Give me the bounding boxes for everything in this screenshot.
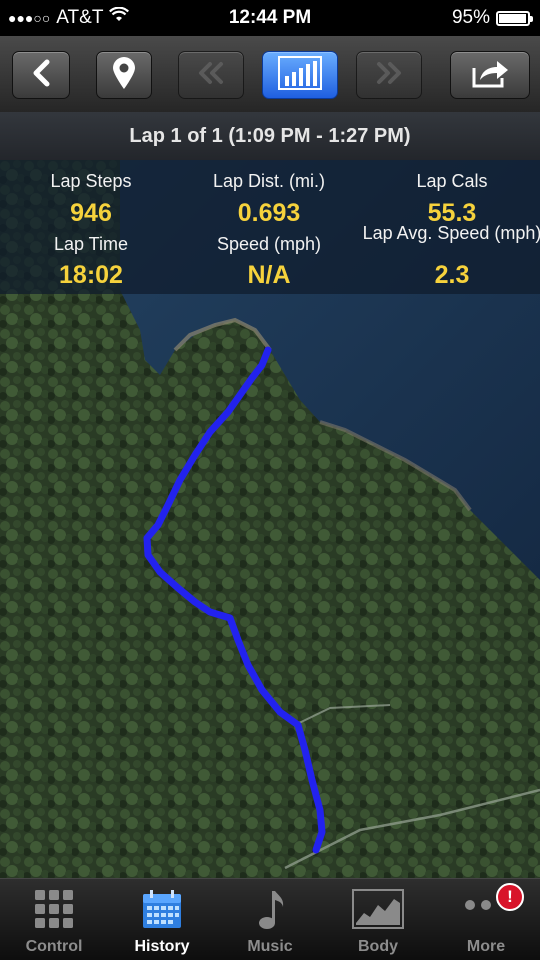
lap-title: Lap 1 of 1 (1:09 PM - 1:27 PM) — [0, 112, 540, 160]
next-lap-button[interactable] — [356, 51, 422, 99]
grid-icon — [34, 889, 74, 929]
previous-lap-button[interactable] — [178, 51, 244, 99]
lap-avg-speed-label: Lap Avg. Speed (mph) — [362, 223, 540, 243]
lap-time-label: Lap Time — [53, 234, 129, 254]
tab-history[interactable]: History — [108, 879, 216, 960]
tab-more[interactable]: ! More — [432, 879, 540, 960]
music-note-icon — [250, 889, 290, 929]
tab-label: More — [466, 938, 506, 955]
status-bar: ●●●○○ AT&T 12:44 PM 95% — [0, 0, 540, 36]
lap-calories-label: Lap Cals — [416, 171, 488, 191]
notification-badge: ! — [496, 883, 524, 911]
tab-label: History — [134, 938, 190, 955]
share-button[interactable] — [450, 51, 530, 99]
double-chevron-left-icon — [196, 61, 226, 90]
chart-view-button[interactable] — [262, 51, 338, 99]
share-icon — [470, 58, 510, 93]
lap-steps-label: Lap Steps — [50, 171, 132, 191]
map-pin-button[interactable] — [96, 51, 152, 99]
speed-label: Speed (mph) — [216, 234, 322, 254]
lap-distance-value: 0.693 — [237, 199, 301, 227]
calendar-icon — [142, 889, 182, 929]
back-chevron-icon — [30, 59, 52, 92]
lap-time-value: 18:02 — [59, 261, 123, 289]
tab-bar: Control History Music Body ! More — [0, 878, 540, 960]
tab-music[interactable]: Music — [216, 879, 324, 960]
battery-info: 95% — [451, 7, 533, 29]
tab-label: Control — [25, 938, 83, 955]
toolbar — [0, 36, 540, 113]
tab-control[interactable]: Control — [0, 879, 108, 960]
double-chevron-right-icon — [374, 61, 404, 90]
battery-icon — [496, 10, 533, 26]
bar-chart-icon — [278, 55, 322, 95]
lap-distance-label: Lap Dist. (mi.) — [212, 171, 326, 191]
tab-label: Music — [247, 938, 293, 955]
battery-percent: 95% — [451, 7, 490, 28]
tab-label: Body — [358, 938, 398, 955]
lap-steps-value: 946 — [70, 199, 112, 227]
speed-value: N/A — [247, 261, 291, 289]
lap-avg-speed-value: 2.3 — [434, 261, 470, 289]
tab-body[interactable]: Body — [324, 879, 432, 960]
body-chart-icon — [352, 889, 404, 929]
lap-stats-panel: Lap Steps 946 Lap Dist. (mi.) 0.693 Lap … — [0, 160, 540, 294]
app-screen: ●●●○○ AT&T 12:44 PM 95% Lap 1 of 1 (1:09… — [0, 0, 540, 960]
back-button[interactable] — [12, 51, 70, 99]
map-pin-icon — [111, 56, 137, 95]
